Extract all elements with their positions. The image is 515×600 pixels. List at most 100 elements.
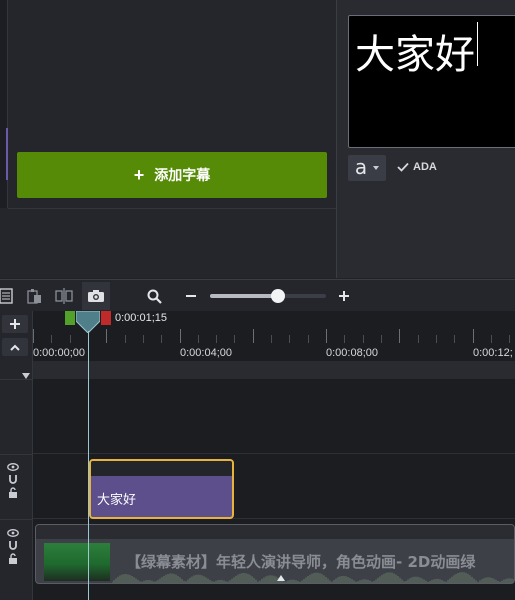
ruler-tick <box>69 335 71 343</box>
caption-text-editor[interactable]: 大家好 <box>348 15 515 148</box>
camera-icon <box>88 290 104 302</box>
track-menu-button[interactable] <box>22 366 30 384</box>
ruler-tick <box>51 335 53 343</box>
playhead-time: 0:00:01;15 <box>115 312 167 324</box>
collapse-tracks-button[interactable] <box>2 338 28 356</box>
add-track-button[interactable] <box>2 315 28 333</box>
empty-track <box>33 379 515 454</box>
ada-label: ADA <box>413 161 437 173</box>
ruler-tick <box>106 329 108 343</box>
ruler-tick <box>124 335 126 343</box>
in-point-handle[interactable] <box>65 311 75 325</box>
text-caret <box>477 22 478 66</box>
ruler-label: 0:00:04;00 <box>180 347 232 359</box>
ruler-underbar <box>33 361 515 379</box>
chevron-up-icon <box>10 344 20 351</box>
magnifier-icon <box>147 289 162 304</box>
ruler-tick <box>216 335 218 343</box>
clip-header <box>36 525 514 539</box>
track-2-controls <box>4 463 22 498</box>
playhead-handle[interactable] <box>75 310 101 334</box>
ruler-tick <box>326 329 327 343</box>
lock-icon[interactable] <box>8 487 18 498</box>
ruler-tick <box>362 335 364 343</box>
ruler-tick <box>161 335 163 343</box>
zoom-slider[interactable] <box>210 289 326 303</box>
eye-icon[interactable] <box>7 529 19 537</box>
ruler-label: 0:00:08;00 <box>326 347 378 359</box>
zoom-slider-fill <box>210 294 279 298</box>
clipboard-icon <box>27 289 41 304</box>
add-caption-button[interactable]: + 添加字幕 <box>17 152 327 198</box>
ruler-label: 0:00:00;00 <box>33 347 85 359</box>
clip-thumbnail <box>44 543 110 581</box>
check-icon <box>397 162 409 172</box>
zoom-slider-thumb[interactable] <box>271 289 286 303</box>
zoom-to-fit-button[interactable] <box>140 282 168 310</box>
split-icon <box>55 288 73 304</box>
ruler-tick <box>509 335 511 343</box>
cut-button[interactable] <box>0 282 20 310</box>
track-headers <box>0 311 33 600</box>
clip-expand-caret[interactable] <box>277 575 285 581</box>
caption-preview-text: 大家好 <box>355 32 475 78</box>
zoom-in-button[interactable] <box>330 282 358 310</box>
eye-icon[interactable] <box>7 463 19 471</box>
ada-compliance-toggle[interactable]: ADA <box>397 161 437 173</box>
playhead-icon <box>75 310 101 334</box>
app-window: + 添加字幕 大家好 a ADA 0:00:01;15 0:00:00;00 0… <box>0 0 515 600</box>
ruler-tick <box>197 335 199 343</box>
add-caption-label: 添加字幕 <box>154 167 211 183</box>
ruler-tick <box>142 335 144 343</box>
row-divider <box>0 454 33 455</box>
ruler-tick <box>472 329 474 343</box>
ruler-tick <box>307 335 309 343</box>
paste-button[interactable] <box>20 282 48 310</box>
playhead-line <box>88 331 89 600</box>
timeline: 0:00:01;15 0:00:00;00 0:00:04;00 0:00:08… <box>0 310 515 600</box>
split-button[interactable] <box>50 282 78 310</box>
caption-editor-panel: 大家好 a ADA <box>336 0 515 278</box>
row-divider <box>0 519 33 520</box>
ruler-tick <box>490 335 492 343</box>
ruler-tick <box>289 335 291 343</box>
caption-clip[interactable]: 大家好 <box>89 459 234 519</box>
out-point-handle[interactable] <box>101 311 111 325</box>
row-divider <box>0 379 33 380</box>
caption-list-marker <box>6 128 8 180</box>
ruler-tick <box>454 335 456 343</box>
ruler-tick <box>252 329 254 343</box>
caption-preview-wrap: 大家好 <box>355 22 478 80</box>
media-clip[interactable]: 【绿幕素材】年轻人演讲导师，角色动画- 2D动画绿 <box>35 524 515 584</box>
zoom-out-button[interactable] <box>177 282 205 310</box>
ruler-tick <box>380 335 382 343</box>
time-ruler[interactable]: 0:00:01;15 0:00:00;00 0:00:04;00 0:00:08… <box>33 310 515 361</box>
magnet-icon[interactable] <box>8 540 18 550</box>
ruler-tick <box>435 335 437 343</box>
clip-header <box>91 461 232 476</box>
snapshot-button[interactable] <box>82 282 110 310</box>
ruler-tick <box>234 335 236 343</box>
font-icon: a <box>354 154 368 179</box>
minus-icon <box>186 295 196 297</box>
magnet-icon[interactable] <box>8 474 18 484</box>
lock-icon[interactable] <box>8 553 18 564</box>
captions-panel: + 添加字幕 <box>0 0 336 278</box>
media-clip-title: 【绿幕素材】年轻人演讲导师，角色动画- 2D动画绿 <box>126 553 476 571</box>
panel-divider <box>8 208 336 209</box>
ruler-label: 0:00:12; <box>473 347 513 359</box>
ruler-tick <box>344 335 346 343</box>
plus-icon <box>339 291 349 301</box>
track-1-controls <box>4 529 22 564</box>
timeline-toolbar <box>0 279 515 311</box>
ruler-tick <box>271 335 273 343</box>
ruler-tick <box>399 329 401 343</box>
plus-icon <box>10 319 20 329</box>
plus-icon: + <box>133 165 145 185</box>
font-dropdown[interactable]: a <box>348 155 386 181</box>
ruler-tick <box>417 335 419 343</box>
chevron-down-icon <box>373 166 380 170</box>
document-icon <box>0 288 13 304</box>
ruler-tick <box>179 329 181 343</box>
caption-clip-label: 大家好 <box>97 493 137 508</box>
